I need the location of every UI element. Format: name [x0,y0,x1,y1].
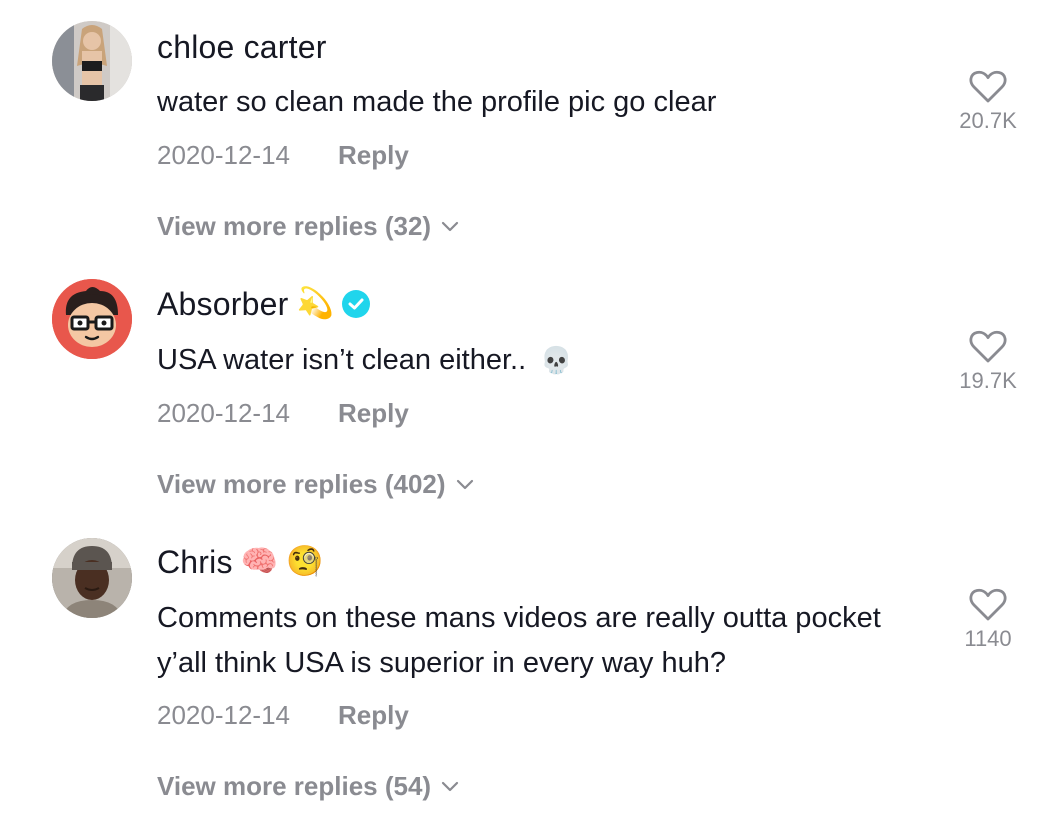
like-button[interactable]: 20.7K [945,70,1031,134]
chevron-down-icon [456,479,473,489]
reply-button[interactable]: Reply [338,700,409,731]
comment-text: USA water isn’t clean either.. 💀 [157,338,917,383]
view-more-replies-label: View more replies (32) [157,211,432,241]
heart-outline-icon [969,70,1007,103]
skull-emoji-icon: 💀 [540,346,573,376]
comment-meta: 2020-12-14 Reply [157,398,409,429]
comment-text-body: Comments on these mans videos are really… [157,602,881,679]
view-more-replies-button[interactable]: View more replies (402) [157,469,474,500]
username-row: chloe carter [157,27,327,67]
comment-text: water so clean made the profile pic go c… [157,80,917,125]
comment-text-body: water so clean made the profile pic go c… [157,86,717,118]
username[interactable]: Absorber [157,286,288,323]
checkmark-icon [348,298,364,310]
heart-outline-icon [969,588,1007,621]
view-more-replies-label: View more replies (54) [157,771,432,801]
avatar-photo-woman [52,21,132,101]
avatar-photo-man-beanie [52,538,132,618]
comment-meta: 2020-12-14 Reply [157,140,409,171]
reply-button[interactable]: Reply [338,140,409,171]
view-more-replies-button[interactable]: View more replies (32) [157,211,459,242]
reply-button[interactable]: Reply [338,398,409,429]
comment-date: 2020-12-14 [157,700,290,730]
like-button[interactable]: 1140 [945,588,1031,652]
username[interactable]: Chris [157,544,233,581]
avatar[interactable] [52,21,132,101]
like-button[interactable]: 19.7K [945,330,1031,394]
avatar[interactable] [52,279,132,359]
monocle-face-emoji-icon: 🧐 [286,544,324,579]
dizzy-star-emoji-icon: 💫 [296,286,334,321]
comment-item: Chris 🧠 🧐 Comments on these mans videos … [0,520,1062,830]
avatar-cartoon-boy-glasses [52,279,132,359]
like-count: 20.7K [959,108,1017,133]
comment-text-body: USA water isn’t clean either.. [157,344,527,376]
username[interactable]: chloe carter [157,29,327,66]
comment-date: 2020-12-14 [157,140,290,170]
like-count: 19.7K [959,368,1017,393]
comment-meta: 2020-12-14 Reply [157,700,409,731]
comment-text: Comments on these mans videos are really… [157,596,897,686]
avatar[interactable] [52,538,132,618]
comment-item: chloe carter water so clean made the pro… [0,0,1062,260]
username-row: Chris 🧠 🧐 [157,542,323,582]
view-more-replies-label: View more replies (402) [157,469,446,499]
chevron-down-icon [441,221,459,231]
comment-date: 2020-12-14 [157,398,290,428]
chevron-down-icon [441,781,459,791]
verified-badge-icon [341,290,370,318]
heart-outline-icon [969,330,1007,363]
username-row: Absorber 💫 [157,284,370,324]
comment-item: Absorber 💫 USA water isn’t clean either.… [0,260,1062,520]
like-count: 1140 [964,626,1012,651]
brain-emoji-icon: 🧠 [240,544,279,579]
view-more-replies-button[interactable]: View more replies (54) [157,771,459,802]
